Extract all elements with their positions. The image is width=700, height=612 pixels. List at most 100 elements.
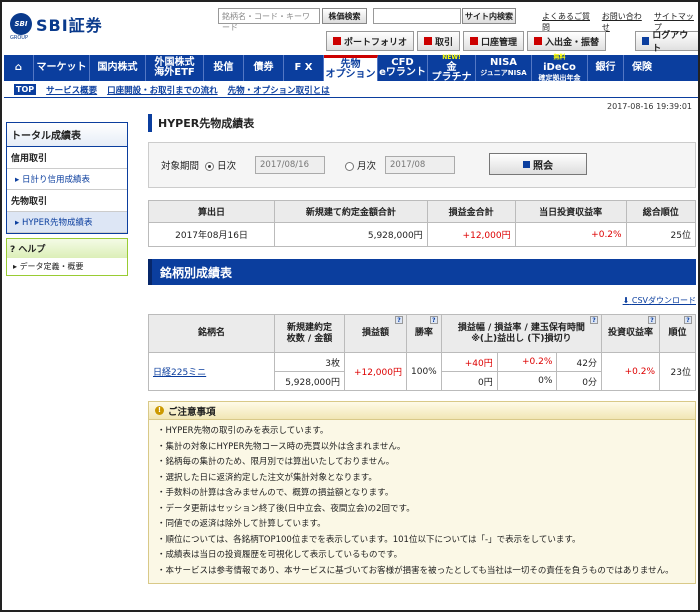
summary-date: 2017年08月16日 (147, 222, 276, 247)
menu-futures[interactable]: 先物 オプション (324, 55, 378, 81)
warning-icon: ! (155, 406, 164, 415)
sidebar: トータル成績表 信用取引 ▸ 日計り信用成績表 先物取引 ▸ HYPER先物成績… (6, 122, 128, 276)
table-row: 日経225ミニ 3枚 +12,000円 100% +40円 +0.2% 42分 … (148, 352, 696, 391)
help-q-icon[interactable]: ? (648, 316, 656, 324)
help-q-icon[interactable]: ? (429, 316, 438, 324)
issue-lower-rate: 0% (496, 371, 558, 391)
view-button[interactable]: 照会 (489, 153, 587, 175)
menu-nisa[interactable]: NISA ジュニアNISA (476, 55, 532, 81)
csv-download-link[interactable]: ⬇ CSVダウンロード (148, 295, 696, 306)
portfolio-button[interactable]: ポートフォリオ (326, 31, 415, 51)
list-item: 銘柄毎の集計のため、限月別では算出いたしておりません。 (157, 455, 687, 471)
deposit-button[interactable]: 入出金・振替 (527, 31, 607, 51)
menu-domestic-stocks[interactable]: 国内株式 (90, 55, 146, 81)
menu-fx[interactable]: F X (284, 55, 324, 81)
summary-rank: 25位 (625, 222, 697, 247)
deposit-icon (534, 37, 543, 45)
site-search-input[interactable] (373, 8, 461, 24)
sbi-logo[interactable]: SBI SBI証券 (10, 12, 103, 36)
stock-search-input[interactable]: 銘柄名・コード・キーワード (218, 8, 320, 32)
issue-header-qty: 新規建約定 枚数 / 金額 (274, 314, 345, 353)
menu-foreign-stocks[interactable]: 外国株式 海外ETF (146, 55, 204, 81)
list-item: 同値での返済は除外して計算しています。 (157, 517, 687, 533)
help-header: ? ヘルプ (7, 239, 127, 258)
issue-upper-time: 42分 (556, 352, 602, 372)
top-header: SBI SBI証券 GROUP 銘柄名・コード・キーワード 株価検索 サイト内検… (4, 4, 698, 54)
sidebar-section-margin: 信用取引 (7, 147, 127, 169)
stock-search-button[interactable]: 株価検索 (322, 8, 367, 24)
help-data-definition-link[interactable]: ▸ データ定義・概要 (7, 258, 127, 275)
summary-pl: +12,000円 (426, 222, 516, 247)
arrow-icon (523, 160, 530, 168)
timestamp: 2017-08-16 19:39:01 (607, 102, 692, 111)
monthly-date-input[interactable]: 2017/08 (385, 156, 455, 174)
download-icon: ⬇ (622, 296, 630, 305)
issue-header-winrate: ? 勝率 (406, 314, 442, 353)
issue-table: 銘柄名 新規建約定 枚数 / 金額 ? 損益額 ? 勝率 ? 損益幅 / 損益率 / 建… (148, 314, 696, 391)
logo-sub: GROUP (10, 35, 28, 41)
page-frame: SBI SBI証券 GROUP 銘柄名・コード・キーワード 株価検索 サイト内検… (0, 0, 700, 612)
issue-rank: 23位 (659, 352, 696, 391)
issue-pl: +12,000円 (344, 352, 407, 391)
help-q-icon[interactable]: ? (395, 316, 403, 324)
issue-roi: +0.2% (601, 352, 660, 391)
list-item: HYPER先物の取引のみを表示しています。 (157, 424, 687, 440)
list-item: データ更新はセッション終了後(日中立会、夜間立会)の2回です。 (157, 502, 687, 518)
help-q-icon[interactable]: ? (684, 316, 692, 324)
menu-market[interactable]: マーケット (34, 55, 90, 81)
issue-lower-range: 0円 (440, 371, 498, 391)
menu-bank[interactable]: 銀行 (588, 55, 624, 81)
menu-ideco[interactable]: 無料 iDeCo 確定拠出年金 (532, 54, 588, 82)
summary-roi: +0.2% (514, 222, 627, 247)
logout-button[interactable]: ログアウト (635, 31, 698, 54)
issue-name-link[interactable]: 日経225ミニ (153, 368, 206, 378)
table-row: 2017年08月16日 5,928,000円 +12,000円 +0.2% 25… (147, 222, 697, 247)
account-open-flow-link[interactable]: 口座開設・お取引までの流れ (107, 84, 218, 96)
help-icon: ? (10, 245, 16, 255)
faq-link[interactable]: よくあるご質問 (542, 11, 596, 33)
trade-button[interactable]: 取引 (417, 31, 461, 51)
contact-link[interactable]: お問い合わせ (602, 11, 648, 33)
menu-bonds[interactable]: 債券 (244, 55, 284, 81)
futures-intro-link[interactable]: 先物・オプション取引とは (228, 84, 330, 96)
daily-radio[interactable] (205, 162, 215, 171)
notice-box: !ご注意事項 HYPER先物の取引のみを表示しています。 集計の対象にHYPER… (148, 401, 696, 584)
daily-date-input[interactable]: 2017/08/16 (255, 156, 325, 174)
menu-gold[interactable]: NEW! 金プラチナ (428, 54, 476, 83)
sidebar-item-hyper-futures[interactable]: ▸ HYPER先物成績表 (7, 212, 127, 233)
menu-insurance[interactable]: 保険 (624, 55, 660, 81)
account-icon (470, 37, 479, 45)
sub-nav: TOP サービス概要 口座開設・お取引までの流れ 先物・オプション取引とは (4, 82, 698, 98)
notice-header: ! ご注意事項 (149, 402, 695, 420)
issue-upper-rate: +0.2% (496, 352, 558, 372)
sidebar-item-margin-daily[interactable]: ▸ 日計り信用成績表 (7, 169, 127, 190)
list-item: 手数料の計算は含みませんので、概算の損益額となります。 (157, 486, 687, 502)
monthly-option: 月次 (345, 158, 376, 172)
logo-mark: SBI (10, 13, 32, 35)
logo-text: SBI証券 (36, 16, 103, 35)
service-overview-link[interactable]: サービス概要 (46, 84, 97, 96)
help-q-icon[interactable]: ? (590, 316, 598, 324)
issue-lower-time: 0分 (556, 371, 602, 391)
monthly-radio[interactable] (345, 162, 354, 171)
site-search-button[interactable]: サイト内検索 (462, 8, 516, 24)
sidebar-box: トータル成績表 信用取引 ▸ 日計り信用成績表 先物取引 ▸ HYPER先物成績… (6, 122, 128, 234)
list-item: 成績表は当日の投資履歴を可視化して表示しているものです。 (157, 548, 687, 564)
menu-funds[interactable]: 投信 (204, 55, 244, 81)
issue-header-roi: ? 投資収益率 (601, 314, 660, 353)
list-item: 選択した日に返済約定した注文が集計対象となります。 (157, 471, 687, 487)
menu-cfd[interactable]: CFD eワラント (378, 55, 428, 81)
account-button[interactable]: 口座管理 (463, 31, 525, 51)
account-nav: ポートフォリオ 取引 口座管理 入出金・振替 (326, 31, 607, 51)
logout-icon (642, 37, 650, 45)
menu-home[interactable]: ⌂ (4, 55, 34, 81)
issue-header-pl: ? 損益額 (344, 314, 407, 353)
summary-header: 新規建て約定金額合計 (274, 200, 428, 223)
period-selector: 対象期間 日次 2017/08/16 月次 2017/08 照会 (148, 142, 696, 188)
main-menu: ⌂ マーケット 国内株式 外国株式 海外ETF 投信 債券 F X 先物 オプション… (4, 54, 698, 83)
top-tag[interactable]: TOP (14, 84, 37, 95)
help-box: ? ヘルプ ▸ データ定義・概要 (6, 238, 128, 276)
list-item: 本サービスは参考情報であり、本サービスに基づいてお客様が損害を被ったとしても当社… (157, 564, 687, 580)
issue-amount: 5,928,000円 (274, 371, 345, 391)
sidebar-section-futures: 先物取引 (7, 190, 127, 212)
